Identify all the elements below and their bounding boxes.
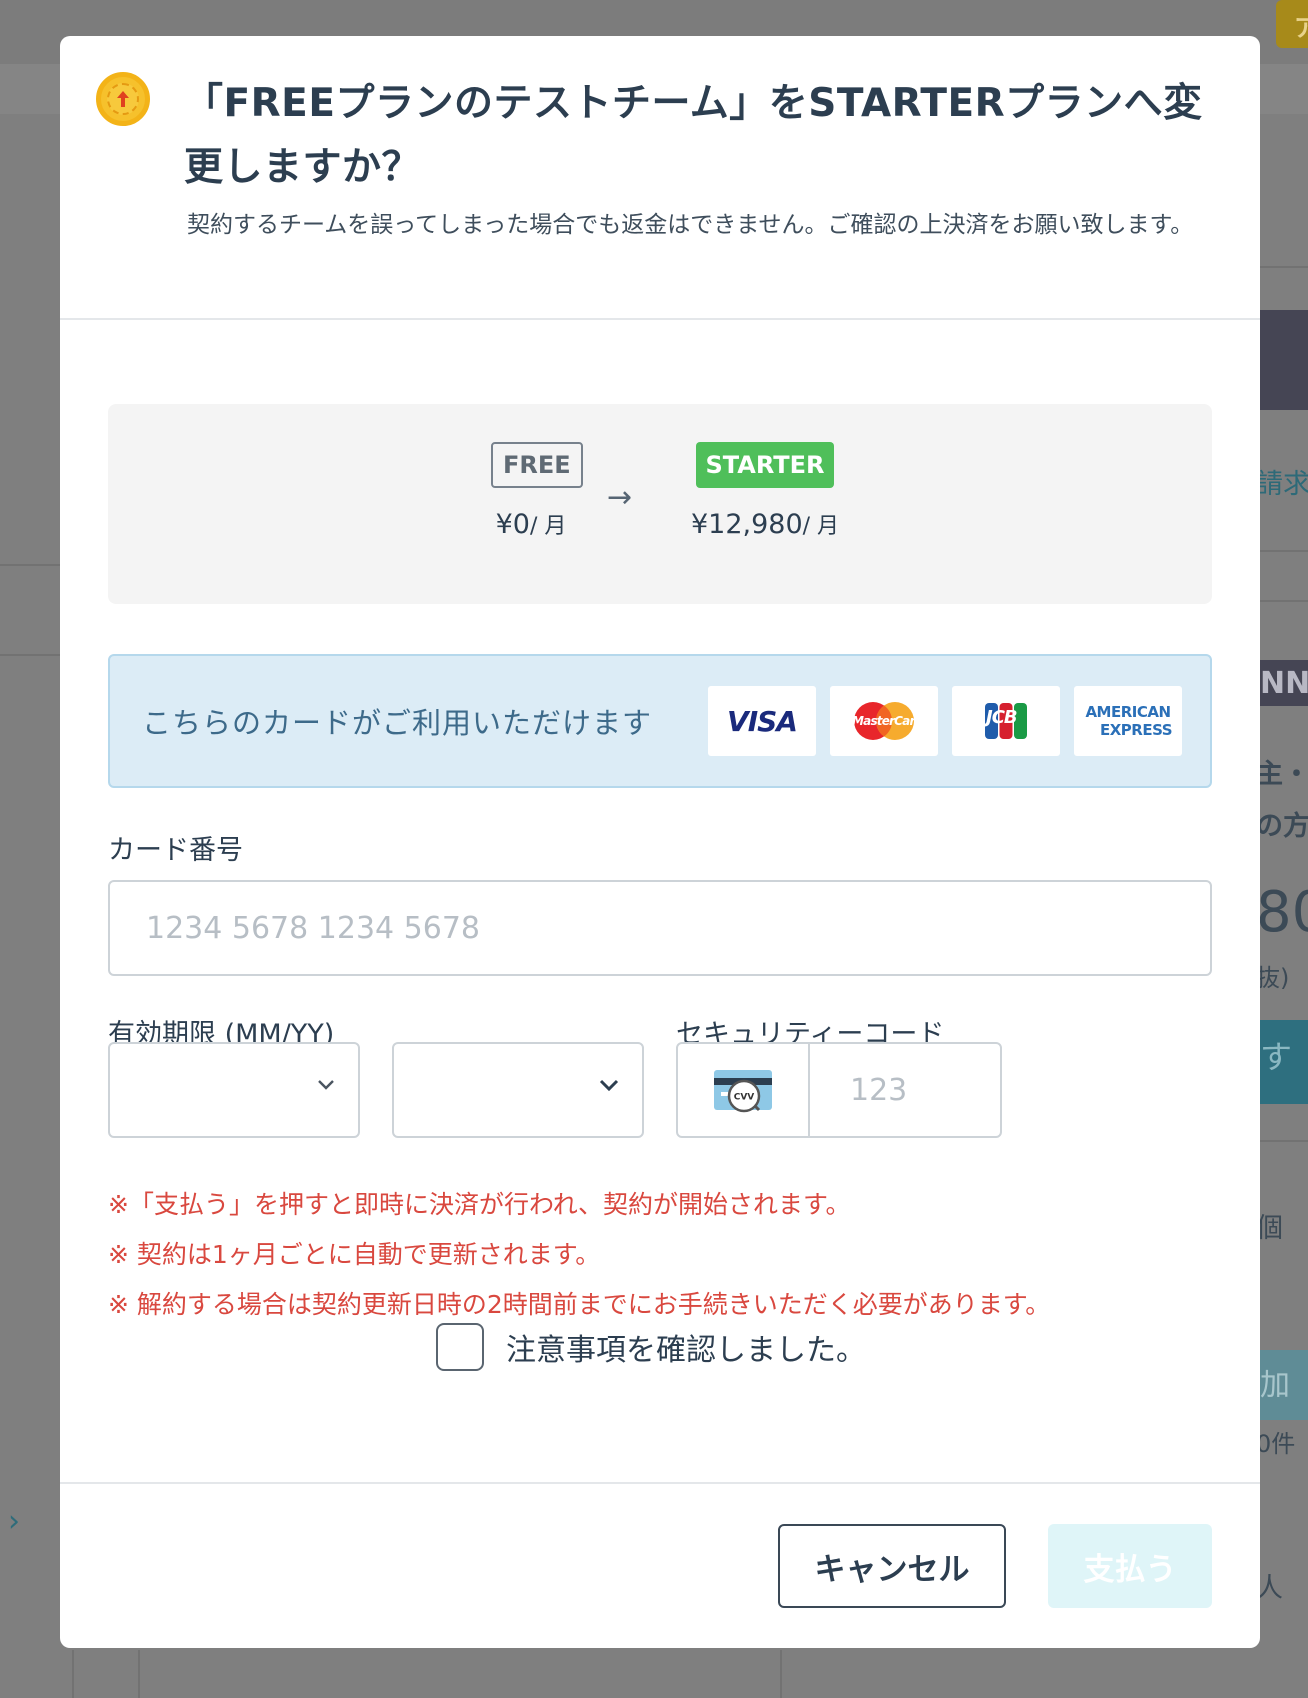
security-code-input[interactable] — [812, 1044, 1000, 1136]
accepted-cards-banner: こちらのカードがご利用いただけます VISA MasterCard JCB AM… — [108, 654, 1212, 788]
card-number-input[interactable] — [108, 880, 1212, 976]
new-plan-price: ¥12,980/ 月 — [665, 508, 865, 540]
current-plan: FREE ¥0/ 月 — [491, 442, 583, 540]
jcb-logo-text: JCB — [986, 707, 1018, 728]
confirm-checkbox[interactable] — [436, 1323, 484, 1371]
new-price-amount: ¥12,980 — [690, 509, 803, 540]
bg-divider — [0, 654, 60, 656]
security-code-field: CVV — [676, 1042, 1002, 1138]
new-price-unit: / 月 — [802, 514, 840, 539]
bg-text-fragment: 抜) — [1256, 964, 1290, 992]
jcb-logo: JCB — [952, 686, 1060, 756]
cancel-button[interactable]: キャンセル — [778, 1524, 1006, 1608]
bg-divider — [138, 1650, 140, 1698]
chevron-down-icon — [599, 1079, 619, 1092]
bg-text-fragment: 80 — [1256, 880, 1308, 945]
bg-divider — [1256, 550, 1308, 552]
bg-divider — [1256, 1140, 1308, 1142]
bg-teal-button: 加 — [1256, 1350, 1308, 1420]
upgrade-coin-icon — [96, 72, 150, 126]
visa-logo-text: VISA — [727, 704, 798, 738]
amex-line-2: EXPRESS — [1099, 721, 1173, 739]
bg-text-fragment: 個 — [1256, 1213, 1283, 1244]
chevron-down-icon — [318, 1080, 334, 1090]
expiry-year-select[interactable] — [392, 1042, 644, 1138]
note-item: ※「支払う」を押すと即時に決済が行われ、契約が開始されます。 — [108, 1190, 851, 1219]
starter-plan-badge: STARTER — [696, 442, 834, 488]
bg-chevron-icon: › — [8, 1504, 20, 1539]
bg-text-fragment: 主・ — [1256, 759, 1308, 790]
bg-text-fragment: 人 — [1256, 1573, 1283, 1604]
upgrade-plan-modal: 「FREEプランのテストチーム」をSTARTERプランへ変更しますか？ 契約する… — [60, 36, 1260, 1648]
amex-logo-text: AMERICAN EXPRESS — [1084, 703, 1172, 739]
mastercard-logo: MasterCard — [830, 686, 938, 756]
amex-logo: AMERICAN EXPRESS — [1074, 686, 1182, 756]
amex-line-1: AMERICAN — [1085, 703, 1171, 721]
mastercard-logo-text: MasterCard — [852, 714, 923, 728]
bg-text-fragment: 0件 — [1256, 1430, 1296, 1458]
bg-badge: ア — [1276, 0, 1308, 48]
free-plan-badge: FREE — [491, 442, 583, 488]
modal-title: 「FREEプランのテストチーム」をSTARTERプランへ変更しますか？ — [184, 81, 1203, 190]
bg-text-fragment: の方 — [1256, 811, 1308, 842]
modal-footer: キャンセル 支払う — [60, 1482, 1260, 1648]
arrow-right-icon: → — [607, 480, 633, 515]
current-price-unit: / 月 — [529, 514, 567, 539]
bg-dark-block — [1256, 310, 1308, 410]
bg-text-fragment: NN — [1256, 660, 1308, 706]
note-item: ※ 契約は1ヶ月ごとに自動で更新されます。 — [108, 1240, 601, 1269]
expiry-month-select[interactable] — [108, 1042, 360, 1138]
modal-subtitle: 契約するチームを誤ってしまった場合でも返金はできません。ご確認の上決済をお願い致… — [187, 212, 1194, 238]
card-number-label: カード番号 — [108, 835, 243, 866]
bg-divider — [780, 1650, 782, 1698]
payment-notes: ※「支払う」を押すと即時に決済が行われ、契約が開始されます。 ※ 契約は1ヶ月ご… — [108, 1180, 1218, 1330]
bg-teal-button: す — [1256, 1020, 1308, 1104]
modal-header: 「FREEプランのテストチーム」をSTARTERプランへ変更しますか？ 契約する… — [60, 36, 1260, 320]
pay-button[interactable]: 支払う — [1048, 1524, 1212, 1608]
bg-divider — [72, 1650, 74, 1698]
accepted-cards-label: こちらのカードがご利用いただけます — [142, 706, 653, 740]
confirm-row[interactable]: 注意事項を確認しました。 — [436, 1322, 866, 1372]
new-plan: STARTER ¥12,980/ 月 — [665, 442, 865, 540]
cvv-icon-text: CVV — [734, 1093, 755, 1103]
confirm-label[interactable]: 注意事項を確認しました。 — [506, 1325, 866, 1369]
current-price-amount: ¥0 — [495, 509, 530, 540]
bg-divider — [1256, 600, 1308, 602]
visa-logo: VISA — [708, 686, 816, 756]
bg-text-fragment: 請求 — [1256, 469, 1308, 500]
cvv-card-icon: CVV — [678, 1044, 810, 1136]
bg-divider — [0, 564, 60, 566]
bg-divider — [1256, 266, 1308, 268]
plan-change-summary: FREE ¥0/ 月 → STARTER ¥12,980/ 月 — [108, 404, 1212, 604]
current-plan-price: ¥0/ 月 — [491, 508, 571, 540]
